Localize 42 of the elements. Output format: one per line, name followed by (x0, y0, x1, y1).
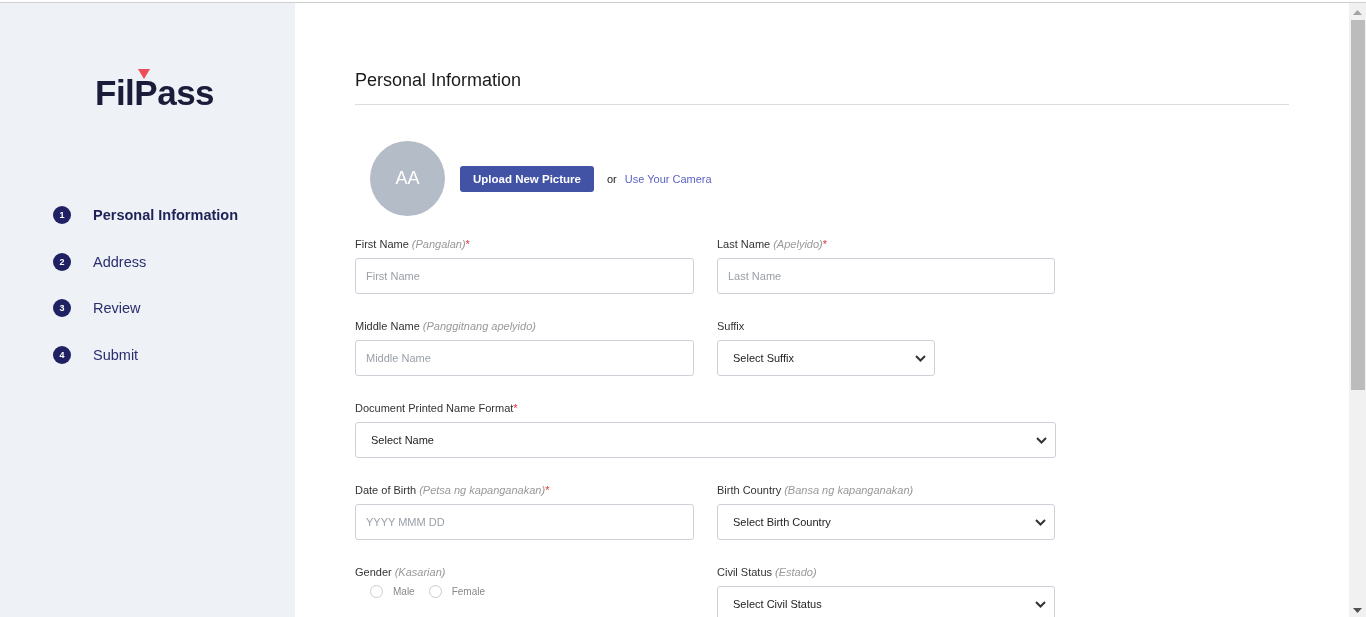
field-label: Date of Birth (Petsa ng kapanganakan)* (355, 483, 551, 497)
dropdown[interactable]: Select Birth Country (717, 504, 1055, 540)
radio-option[interactable]: Male (370, 585, 415, 598)
field-label: Suffix (717, 319, 746, 333)
logo-text: FilPass (95, 78, 216, 107)
step-number: 4 (53, 345, 71, 364)
input-field[interactable]: Last Name (717, 258, 1055, 294)
field-label: Birth Country (Bansa ng kapanganakan) (717, 483, 915, 497)
triangle-icon (138, 69, 150, 79)
dropdown[interactable]: Select Suffix (717, 340, 935, 376)
step-link[interactable]: Review (93, 300, 141, 317)
chevron-icon (1035, 518, 1046, 526)
input-field[interactable]: Middle Name (355, 340, 694, 376)
down-arrow-icon (1353, 608, 1362, 613)
up-arrow-icon (1353, 10, 1362, 15)
step-number: 2 (53, 252, 71, 271)
chevron-icon (1035, 600, 1046, 608)
step-number: 1 (53, 206, 71, 225)
chevron-icon (1036, 436, 1047, 444)
field-label: Gender (Kasarian) (355, 565, 447, 579)
dropdown[interactable]: Select Name (355, 422, 1056, 458)
step-link[interactable]: Submit (93, 346, 139, 363)
upload-button[interactable]: Upload New Picture (460, 165, 594, 192)
field-label: Last Name (Apelyido)* (717, 237, 828, 251)
camera-link[interactable]: Use Your Camera (624, 172, 712, 185)
radio-option[interactable]: Female (428, 585, 486, 598)
step-number: 3 (53, 299, 71, 318)
field-label: First Name (Pangalan)* (355, 237, 471, 251)
or-text: or (607, 172, 617, 185)
step-link[interactable]: Address (93, 253, 147, 270)
dropdown[interactable]: Select Civil Status (717, 586, 1055, 617)
field-label: Document Printed Name Format* (355, 401, 519, 415)
input-field[interactable]: First Name (355, 258, 694, 294)
avatar: AA (370, 141, 445, 216)
scrollbar[interactable] (1349, 3, 1366, 617)
scrollbar-thumb[interactable] (1350, 20, 1365, 390)
field-label: Civil Status (Estado) (717, 565, 818, 579)
step-link[interactable]: Personal Information (93, 207, 239, 224)
chevron-icon (915, 354, 926, 362)
section-title: Personal Information (355, 70, 1289, 105)
field-label: Middle Name (Panggitnang apelyido) (355, 319, 537, 333)
input-field[interactable]: YYYY MMM DD (355, 504, 694, 540)
